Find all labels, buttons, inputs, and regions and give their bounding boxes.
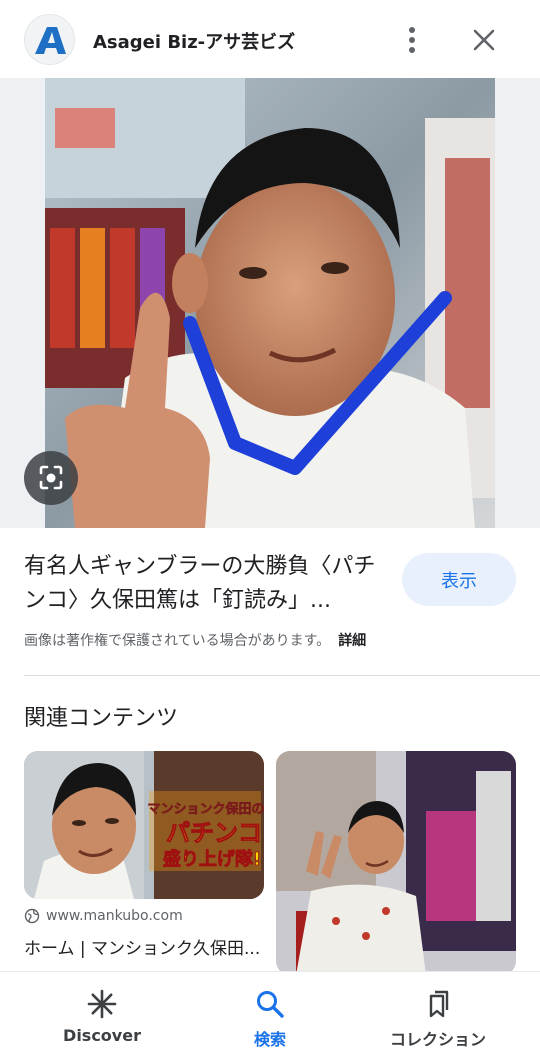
asagei-logo-icon [35, 27, 66, 54]
svg-text:パチンコ: パチンコ [166, 819, 262, 847]
result-info: 有名人ギャンブラーの大勝負〈パチンコ〉久保田篤は「釘読み」... 表示 画像は著… [0, 528, 540, 676]
lens-search-icon [39, 465, 63, 490]
app-header: Asagei Biz-アサ芸ビズ [0, 0, 540, 78]
more-vert-dot [409, 47, 415, 53]
nav-collections-label: コレクション [389, 1030, 486, 1049]
more-vert-dot [409, 37, 415, 43]
nav-discover-label: Discover [63, 1026, 141, 1045]
related-thumbnail-2[interactable] [276, 751, 516, 975]
more-vert-icon [409, 27, 415, 33]
related-card-2[interactable] [276, 751, 516, 975]
related-card-1-domain: www.mankubo.com [46, 908, 183, 924]
section-divider [24, 675, 540, 676]
svg-text:マンションク保田の: マンションク保田の [147, 801, 264, 817]
globe-icon [24, 908, 40, 924]
close-icon [473, 29, 495, 51]
nav-search[interactable]: 検索 [210, 972, 330, 1057]
bottom-navigation: Discover 検索 コレクション [0, 971, 540, 1057]
site-logo [24, 14, 75, 65]
asterisk-icon [87, 989, 117, 1019]
result-title[interactable]: 有名人ギャンブラーの大勝負〈パチンコ〉久保田篤は「釘読み」... [24, 550, 384, 618]
related-card-1-source: www.mankubo.com [24, 908, 183, 924]
related-card-1[interactable]: マンションク保田の パチンコ 盛り上げ隊! [24, 751, 264, 899]
close-button[interactable] [466, 22, 502, 58]
more-options-button[interactable] [398, 24, 426, 56]
svg-text:盛り上げ隊!: 盛り上げ隊! [163, 848, 261, 870]
collections-icon [429, 990, 449, 1018]
site-title[interactable]: Asagei Biz-アサ芸ビズ [93, 28, 295, 54]
copyright-notice: 画像は著作権で保護されている場合があります。 詳細 [24, 630, 366, 650]
nav-collections[interactable]: コレクション [368, 972, 508, 1057]
related-thumbnail-1[interactable]: マンションク保田の パチンコ 盛り上げ隊! [24, 751, 264, 899]
view-button[interactable]: 表示 [402, 553, 516, 606]
related-heading: 関連コンテンツ [24, 706, 179, 731]
copyright-text: 画像は著作権で保護されている場合があります。 [24, 633, 331, 649]
search-icon [257, 991, 284, 1018]
main-photo[interactable] [45, 78, 495, 528]
details-link[interactable]: 詳細 [338, 633, 366, 649]
lens-button[interactable] [24, 451, 78, 505]
related-card-1-title[interactable]: ホーム | マンションク久保田... [24, 934, 264, 959]
nav-search-label: 検索 [253, 1030, 286, 1049]
image-viewer[interactable] [0, 78, 540, 528]
nav-discover[interactable]: Discover [42, 972, 162, 1057]
